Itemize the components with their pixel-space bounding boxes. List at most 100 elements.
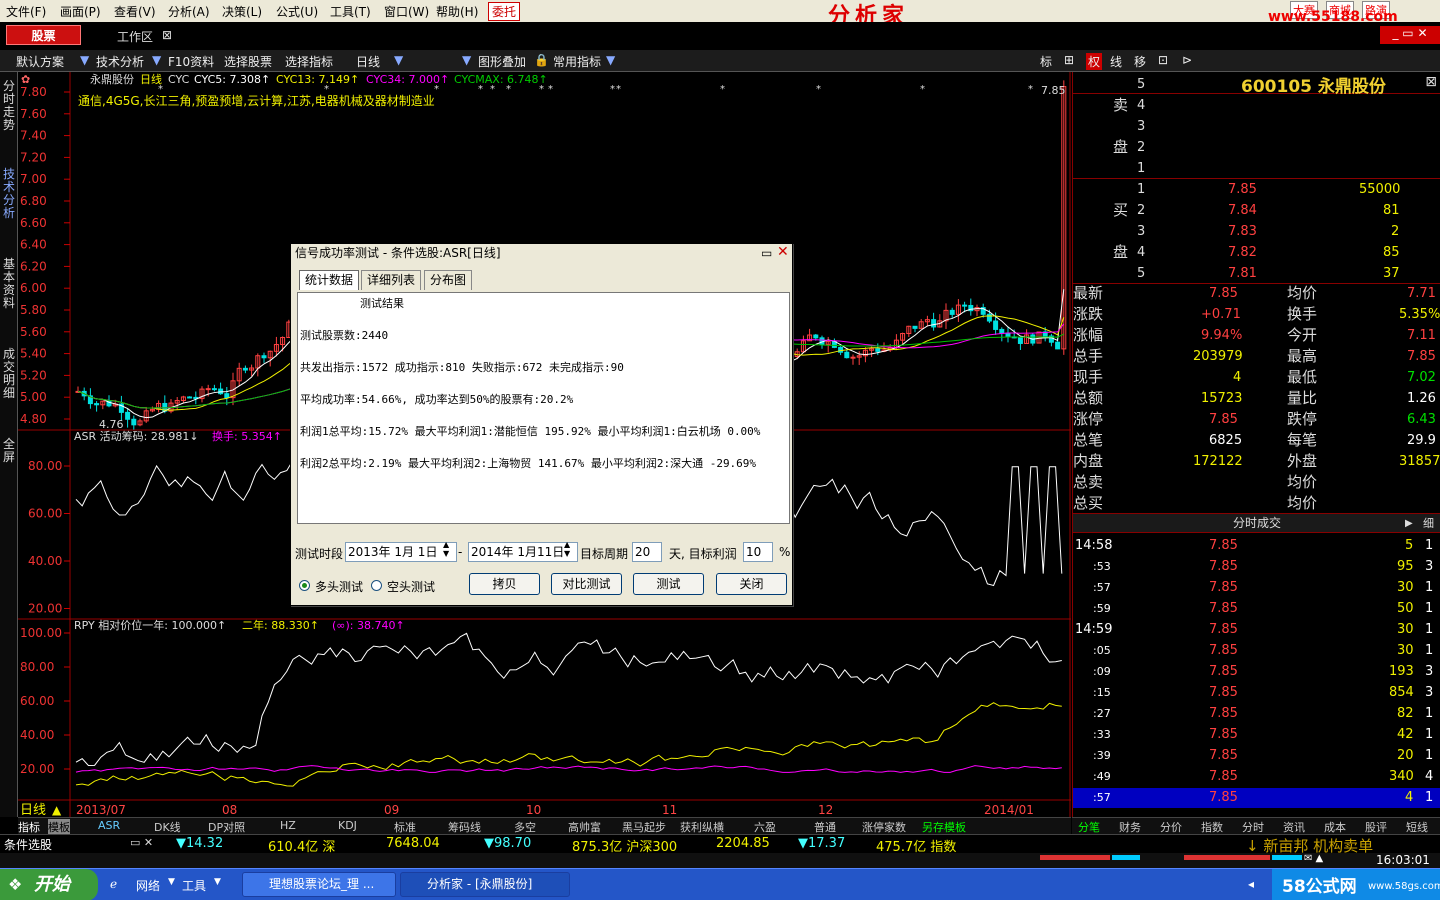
rights-button[interactable]: 权 <box>1086 53 1103 70</box>
compare-test-button[interactable]: 对比测试 <box>551 573 622 595</box>
menu-help[interactable]: 帮助(H) <box>436 3 478 20</box>
dropdown-icon[interactable]: ▼ <box>394 53 403 67</box>
ie-icon[interactable]: ℯ <box>110 877 117 891</box>
indicator-tab[interactable]: 普通 <box>814 819 836 835</box>
site-banner[interactable]: 大赛 商城 路演 www.55188.com <box>1240 1 1440 25</box>
indicator-tab[interactable]: 高帅富 <box>568 819 601 835</box>
mark-button[interactable]: 标 <box>1040 53 1052 70</box>
quote-tab[interactable]: 指数 <box>1201 819 1223 835</box>
f10-button[interactable]: F10资料 <box>168 53 214 70</box>
stock-button[interactable]: 股票 <box>6 25 81 45</box>
close-button[interactable]: 关闭 <box>716 573 787 595</box>
move-button[interactable]: 移 <box>1134 53 1146 70</box>
spin-icon[interactable]: ▲ ▼ <box>443 540 449 558</box>
quote-tab[interactable]: 财务 <box>1119 819 1141 835</box>
quote-tab[interactable]: 分时 <box>1242 819 1264 835</box>
crosshair-icon[interactable]: ⊞ <box>1064 53 1074 67</box>
overlay-button[interactable]: 图形叠加 <box>478 53 526 70</box>
quick-network[interactable]: 网络 <box>136 877 160 894</box>
date-axis-arrow-icon[interactable]: ▲ <box>52 803 62 817</box>
close-icon[interactable]: ✕ <box>777 244 789 260</box>
tab-intraday[interactable]: 分时走势 <box>2 80 16 132</box>
quote-tab[interactable]: 分价 <box>1160 819 1182 835</box>
panel-toggle-icon[interactable]: ⊳ <box>1182 53 1192 67</box>
date-to-picker[interactable]: 2014年 1月11日 <box>468 542 578 562</box>
lock-icon[interactable]: 🔒 <box>534 53 549 67</box>
panel-controls[interactable]: ▭ ✕ <box>130 836 153 849</box>
indicator-tab[interactable]: 另存模板 <box>922 819 966 835</box>
indicator-tab[interactable]: 涨停家数 <box>862 819 906 835</box>
indicator-tab[interactable]: 六盈 <box>754 819 776 835</box>
quote-tab[interactable]: 股评 <box>1365 819 1387 835</box>
quote-tab[interactable]: 资讯 <box>1283 819 1305 835</box>
copy-button[interactable]: 拷贝 <box>469 573 540 595</box>
workspace-label[interactable]: 工作区 <box>117 28 153 45</box>
window-icon[interactable]: ⊡ <box>1158 53 1168 67</box>
tab-detail-list[interactable]: 详细列表 <box>361 270 422 290</box>
spin-icon[interactable]: ▲ ▼ <box>564 540 570 558</box>
common-indicator-button[interactable]: 常用指标 <box>553 53 601 70</box>
long-test-radio[interactable] <box>299 580 310 591</box>
select-stock-button[interactable]: 选择股票 <box>224 53 272 70</box>
default-scheme-button[interactable]: 默认方案 <box>16 53 64 70</box>
period-select[interactable]: 日线 <box>356 53 380 70</box>
expand-icon[interactable]: ▶ <box>1405 515 1413 532</box>
tray-icon[interactable]: ◂ <box>1248 877 1254 891</box>
tab-stats[interactable]: 统计数据 <box>299 270 360 290</box>
tab-fundamentals[interactable]: 基本资料 <box>2 258 16 310</box>
entrust-button[interactable]: 委托 <box>488 2 521 21</box>
quote-tab[interactable]: 分笔 <box>1078 819 1100 835</box>
tab-distribution[interactable]: 分布图 <box>424 270 473 290</box>
test-button[interactable]: 测试 <box>633 573 704 595</box>
detail-toggle[interactable]: 细 <box>1423 515 1434 532</box>
menu-tools[interactable]: 工具(T) <box>330 3 371 20</box>
indicator-tab[interactable]: 黑马起步 <box>622 819 666 835</box>
target-profit-input[interactable]: 10 <box>743 542 773 562</box>
dropdown-icon[interactable]: ▼ <box>80 53 89 67</box>
quote-tab[interactable]: 短线 <box>1406 819 1428 835</box>
result-textarea[interactable]: 测试结果 测试股票数:2440 共发出指示:1572 成功指示:810 失败指示… <box>297 292 790 524</box>
indicator-tab[interactable]: DP对照 <box>208 819 245 835</box>
indicator-tab[interactable]: 筹码线 <box>448 819 481 835</box>
tab-trades[interactable]: 成交明细 <box>2 348 16 400</box>
tab-technical[interactable]: 技术分析 <box>2 168 16 220</box>
task-analyzer[interactable]: 分析家 - [永鼎股份] <box>400 872 570 897</box>
tab-fullscreen[interactable]: 全屏 <box>2 438 16 464</box>
menu-formula[interactable]: 公式(U) <box>276 3 318 20</box>
close-icon[interactable]: ⊠ <box>1425 74 1437 90</box>
indicator-tab[interactable]: DK线 <box>154 819 181 835</box>
tech-analysis-button[interactable]: 技术分析 <box>96 53 144 70</box>
select-indicator-button[interactable]: 选择指标 <box>285 53 333 70</box>
dropdown-icon[interactable]: ▼ <box>168 877 175 887</box>
quick-tools[interactable]: 工具 <box>182 877 206 894</box>
dropdown-icon[interactable]: ▼ <box>152 53 161 67</box>
dropdown-icon[interactable]: ▼ <box>214 877 221 887</box>
menu-analysis[interactable]: 分析(A) <box>168 3 210 20</box>
menu-window[interactable]: 窗口(W) <box>384 3 429 20</box>
indicator-tab[interactable]: KDJ <box>338 819 357 832</box>
indicator-tab[interactable]: 指标 <box>18 819 40 835</box>
date-from-picker[interactable]: 2013年 1月 1日 <box>345 542 457 562</box>
minimize-icon[interactable]: ▭ <box>761 246 772 260</box>
menu-view[interactable]: 查看(V) <box>114 3 156 20</box>
mail-icon[interactable]: ✉ ▲ <box>1304 853 1323 864</box>
settings-icon[interactable]: ✿ <box>21 73 30 86</box>
indicator-tab[interactable]: HZ <box>280 819 296 832</box>
indicator-tab[interactable]: ASR <box>98 819 120 832</box>
line-button[interactable]: 线 <box>1110 53 1122 70</box>
workspace-close-icon[interactable]: ⊠ <box>162 28 172 42</box>
dropdown-icon[interactable]: ▼ <box>462 53 471 67</box>
menu-view-screen[interactable]: 画面(P) <box>60 3 101 20</box>
menu-file[interactable]: 文件(F) <box>6 3 46 20</box>
menu-decision[interactable]: 决策(L) <box>222 3 262 20</box>
indicator-tab[interactable]: 模板 <box>48 819 70 835</box>
indicator-tab[interactable]: 多空 <box>514 819 536 835</box>
indicator-tab[interactable]: 标准 <box>394 819 416 835</box>
quote-tab[interactable]: 成本 <box>1324 819 1346 835</box>
short-test-radio[interactable] <box>371 580 382 591</box>
dropdown-icon[interactable]: ▼ <box>606 53 615 67</box>
indicator-tab[interactable]: 获利纵横 <box>680 819 724 835</box>
target-period-input[interactable]: 20 <box>632 542 662 562</box>
task-forum[interactable]: 理想股票论坛_理 ... <box>242 872 396 897</box>
window-controls[interactable]: _ ▭ ✕ <box>1380 26 1440 44</box>
